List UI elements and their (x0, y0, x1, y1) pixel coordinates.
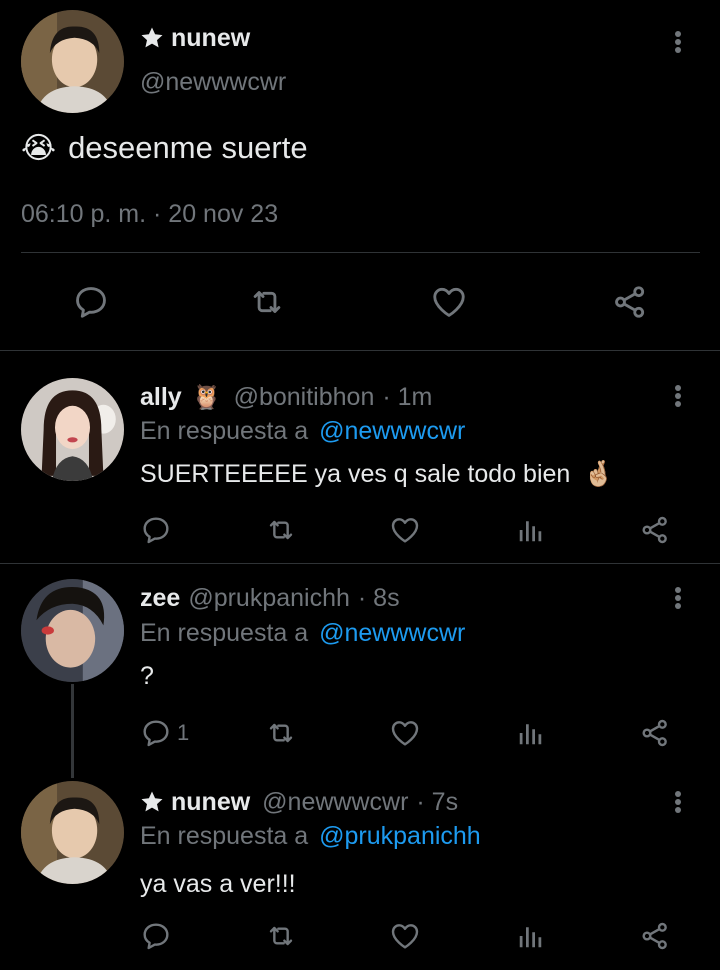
more-icon[interactable] (668, 27, 688, 57)
share-icon[interactable] (638, 514, 672, 546)
reply-count: 1 (177, 720, 190, 745)
reply-prefix: En respuesta a (140, 619, 309, 647)
thread-connector (71, 684, 74, 778)
reply-display-name[interactable]: ally (140, 383, 182, 412)
main-handle[interactable]: @newwwcwr (140, 68, 286, 97)
main-display-name[interactable]: nunew (171, 24, 250, 53)
avatar-zee[interactable] (21, 579, 124, 682)
retweet-icon[interactable] (264, 514, 298, 546)
reply-icon[interactable] (140, 920, 172, 952)
retweet-icon[interactable] (264, 717, 298, 749)
avatar-nunew[interactable] (21, 10, 124, 113)
owl-emoji: 🦉 (191, 383, 222, 411)
reply-prefix: En respuesta a (140, 822, 309, 850)
views-icon[interactable] (516, 920, 546, 952)
views-icon[interactable] (516, 514, 546, 546)
reply-to-link[interactable]: @newwwcwr (319, 417, 465, 445)
share-icon[interactable] (638, 920, 672, 952)
more-icon[interactable] (668, 583, 688, 613)
reply-handle[interactable]: @bonitibhon (234, 383, 375, 412)
retweet-icon[interactable] (247, 283, 287, 321)
share-icon[interactable] (638, 717, 672, 749)
reply-context: En respuesta a @newwwcwr (140, 417, 465, 446)
reply-to-link[interactable]: @newwwcwr (319, 619, 465, 647)
avatar-nunew[interactable] (21, 781, 124, 884)
reply-text: ya vas a ver!!! (140, 870, 296, 898)
like-icon[interactable] (389, 920, 421, 952)
reply-display-name[interactable]: nunew (171, 788, 250, 817)
reply-context: En respuesta a @newwwcwr (140, 619, 465, 648)
like-icon[interactable] (389, 717, 421, 749)
reply-icon[interactable] (72, 283, 110, 321)
more-icon[interactable] (668, 787, 688, 817)
reply-text: SUERTEEEEE ya ves q sale todo bien 🤞🏼 (140, 460, 614, 489)
reply-handle[interactable]: @newwwcwr (262, 788, 408, 817)
reply-text-body: SUERTEEEEE ya ves q sale todo bien (140, 460, 571, 488)
divider (0, 563, 720, 564)
reply-text: ? (140, 662, 154, 690)
main-author-line: nunew (140, 22, 250, 54)
reply-header: ally 🦉 @bonitibhon · 1m (140, 381, 432, 413)
reply-header: zee @prukpanichh · 8s (140, 582, 400, 614)
reply-time[interactable]: · 7s (416, 788, 458, 817)
retweet-icon[interactable] (264, 920, 298, 952)
more-icon[interactable] (668, 381, 688, 411)
views-icon[interactable] (516, 717, 546, 749)
divider (0, 350, 720, 351)
crying-emoji: 😭 (21, 131, 57, 165)
reply-display-name[interactable]: zee (140, 584, 180, 613)
reply-icon[interactable] (140, 514, 172, 546)
star-icon (140, 790, 164, 814)
like-icon[interactable] (389, 514, 421, 546)
main-tweet-text: 😭 deseenme suerte (21, 130, 308, 166)
main-text: deseenme suerte (68, 130, 308, 165)
avatar-ally[interactable] (21, 378, 124, 481)
like-icon[interactable] (430, 283, 468, 321)
reply-prefix: En respuesta a (140, 417, 309, 445)
star-icon (140, 26, 164, 50)
reply-to-link[interactable]: @prukpanichh (319, 822, 481, 850)
reply-time[interactable]: · 1m (382, 383, 432, 412)
main-timestamp[interactable]: 06:10 p. m. · 20 nov 23 (21, 200, 278, 229)
reply-time[interactable]: · 8s (358, 584, 400, 613)
reply-icon[interactable] (140, 717, 172, 749)
reply-context: En respuesta a @prukpanichh (140, 822, 481, 851)
reply-handle[interactable]: @prukpanichh (188, 584, 350, 613)
reply-header: nunew @newwwcwr · 7s (140, 786, 458, 818)
share-icon[interactable] (610, 283, 650, 321)
crossed-fingers-emoji: 🤞🏼 (583, 460, 615, 488)
divider (21, 252, 700, 253)
